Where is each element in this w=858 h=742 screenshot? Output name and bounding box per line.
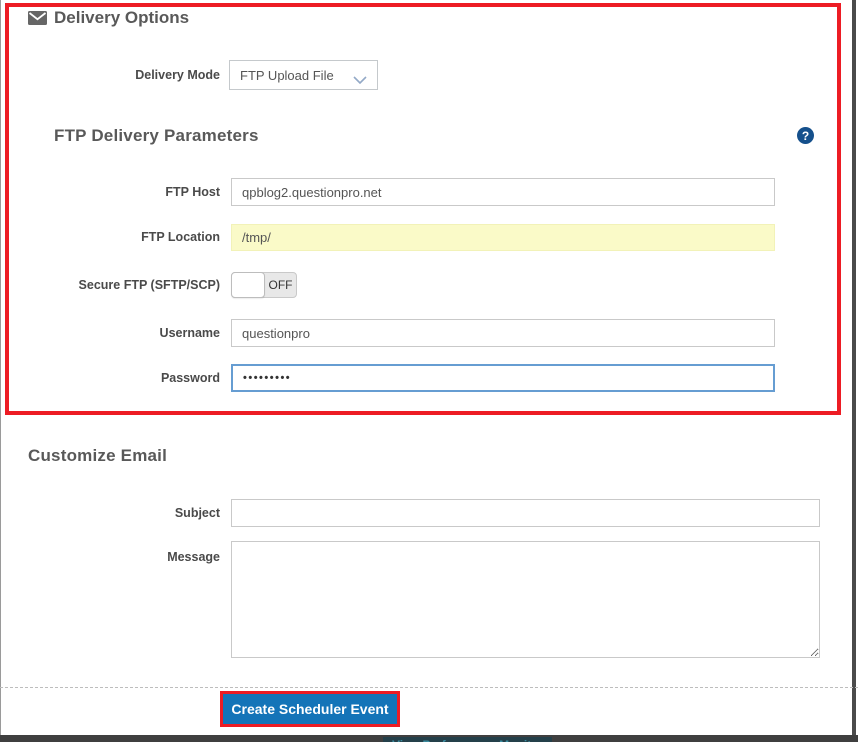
help-icon[interactable]: ?	[797, 127, 814, 144]
footer-bar: View Performance Monitor	[0, 735, 858, 742]
password-input[interactable]	[231, 364, 775, 392]
annotation-highlight-box	[5, 3, 841, 415]
page-right-border	[852, 0, 856, 742]
ftp-host-label: FTP Host	[165, 185, 220, 199]
delivery-mode-selected-value: FTP Upload File	[240, 67, 334, 83]
message-textarea[interactable]	[231, 541, 820, 658]
ftp-location-input[interactable]	[231, 224, 775, 251]
delivery-options-title: Delivery Options	[54, 8, 190, 27]
page-left-border	[0, 0, 1, 742]
toggle-state-label: OFF	[268, 278, 293, 292]
ftp-parameters-title: FTP Delivery Parameters	[54, 126, 259, 145]
create-scheduler-event-button[interactable]: Create Scheduler Event	[220, 691, 400, 727]
toggle-knob	[231, 272, 265, 298]
delivery-mode-select[interactable]: FTP Upload File	[229, 60, 378, 90]
subject-input[interactable]	[231, 499, 820, 527]
ftp-host-input[interactable]	[231, 178, 775, 206]
chevron-down-icon	[353, 71, 367, 85]
subject-label: Subject	[174, 506, 220, 520]
delivery-mode-label: Delivery Mode	[135, 68, 220, 82]
envelope-icon	[28, 11, 47, 25]
ftp-location-label: FTP Location	[141, 230, 220, 244]
message-label: Message	[167, 550, 220, 564]
view-performance-monitor-link[interactable]: View Performance Monitor	[383, 737, 553, 742]
secure-ftp-toggle[interactable]: OFF	[231, 272, 297, 298]
customize-email-title: Customize Email	[28, 446, 168, 465]
delivery-options-header: Delivery Options	[28, 8, 189, 28]
secure-ftp-label: Secure FTP (SFTP/SCP)	[78, 278, 220, 292]
password-label: Password	[160, 371, 220, 385]
dashed-divider	[0, 687, 858, 688]
username-label: Username	[159, 326, 220, 340]
username-input[interactable]	[231, 319, 775, 347]
